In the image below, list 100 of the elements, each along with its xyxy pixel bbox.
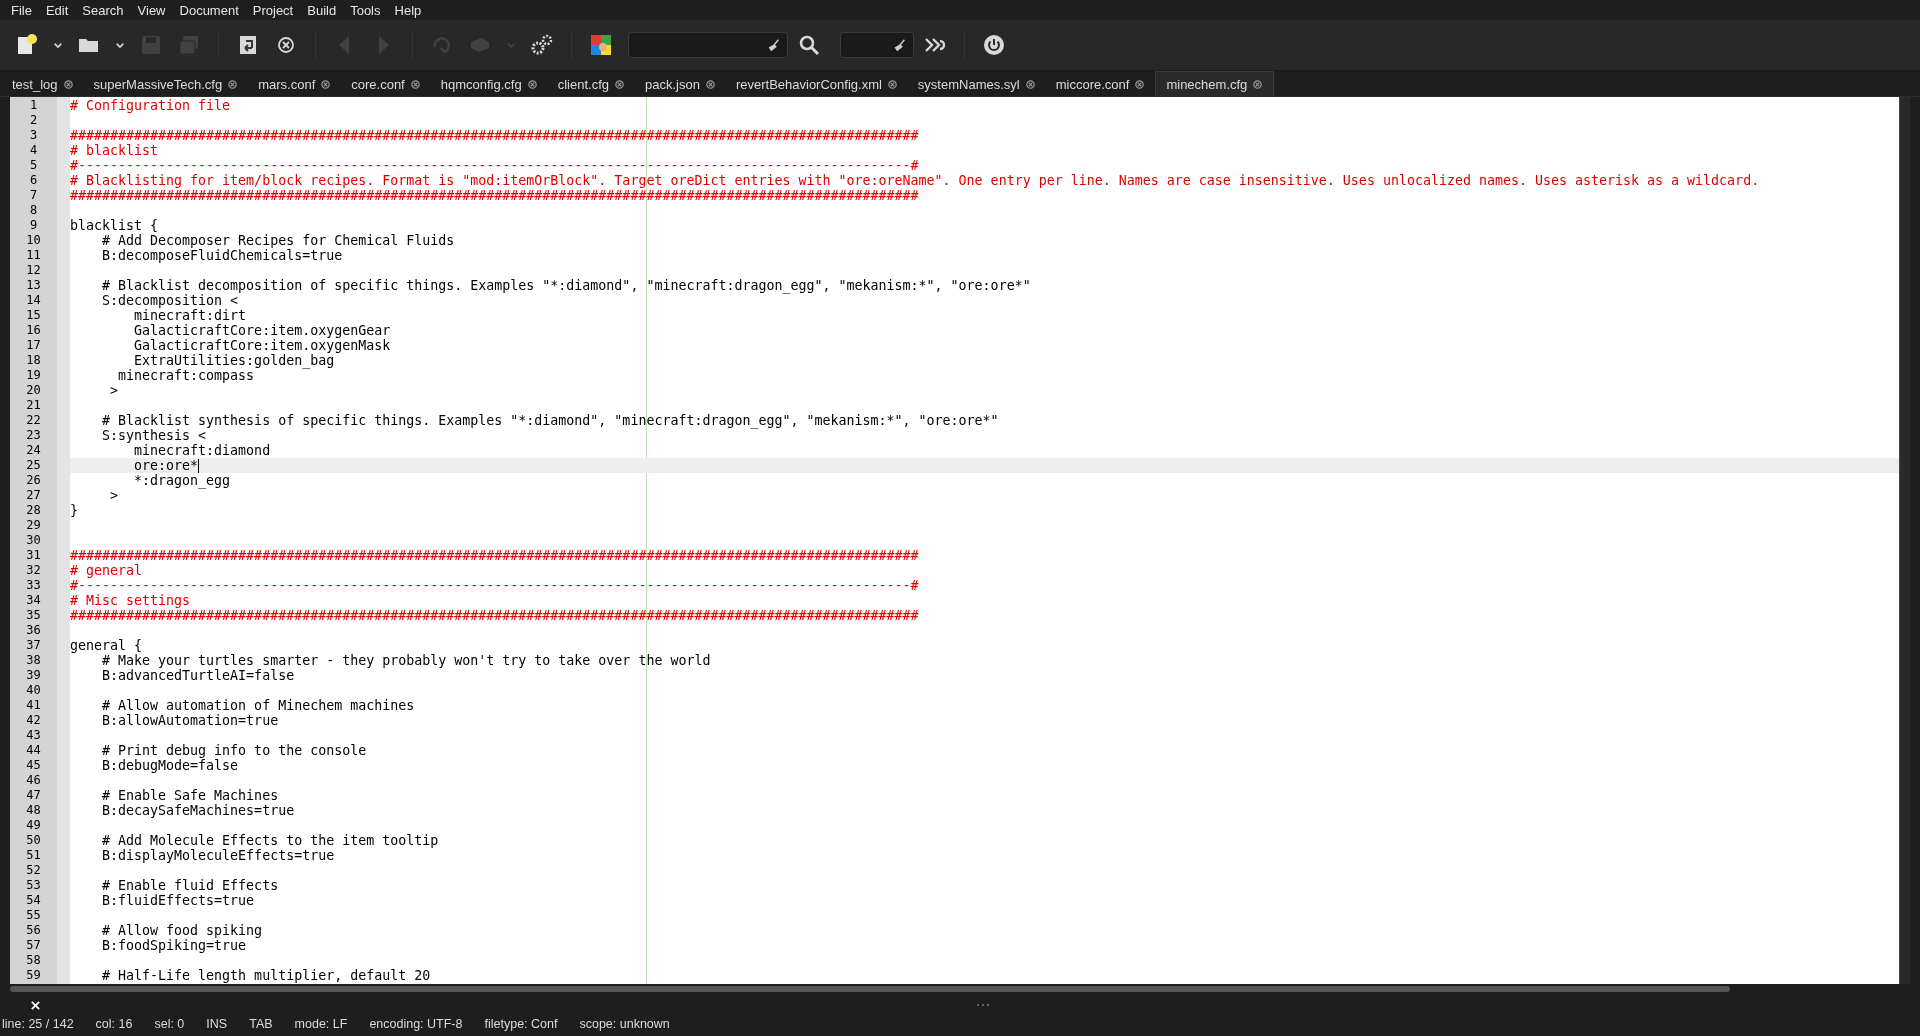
code-editor[interactable] <box>10 97 1910 984</box>
power-icon[interactable] <box>982 33 1006 57</box>
new-file-icon[interactable] <box>15 33 39 57</box>
line-number: 3 <box>28 128 39 143</box>
file-tab[interactable]: revertBehaviorConfig.xml <box>725 72 908 96</box>
line-number: 1 <box>28 98 39 113</box>
color-grid-icon[interactable] <box>589 33 613 57</box>
menu-item[interactable]: Build <box>300 2 344 18</box>
close-icon[interactable] <box>704 78 716 90</box>
line-number: 24 <box>25 443 42 458</box>
line-number: 8 <box>28 203 39 218</box>
line-number: 18 <box>25 353 42 368</box>
close-icon[interactable] <box>320 78 332 90</box>
close-icon[interactable] <box>1134 78 1146 90</box>
close-icon[interactable] <box>1024 78 1036 90</box>
code-line: # Allow automation of Minechem machines <box>101 698 415 713</box>
line-number: 28 <box>25 503 42 518</box>
code-line: B:decaySafeMachines=true <box>101 803 295 818</box>
code-line: B:allowAutomation=true <box>101 713 279 728</box>
line-number: 5 <box>28 158 39 173</box>
clear-icon[interactable] <box>893 38 907 52</box>
gear-icon[interactable] <box>530 33 554 57</box>
code-line: # Allow food spiking <box>101 923 263 938</box>
line-number: 23 <box>25 428 42 443</box>
line-number: 35 <box>25 608 42 623</box>
menu-item[interactable]: View <box>130 2 173 18</box>
menu-item[interactable]: File <box>4 2 39 18</box>
code-line: minecraft:diamond <box>133 443 271 458</box>
status-item: filetype: Conf <box>484 1016 558 1031</box>
scrollbar[interactable] <box>1899 97 1910 984</box>
close-icon[interactable] <box>614 78 625 90</box>
line-number: 21 <box>25 398 42 413</box>
code-line: #--------------------------------------------------------------------------------------------------------# <box>70 158 919 173</box>
line-number: 38 <box>25 653 42 668</box>
line-number: 25 <box>25 458 42 473</box>
code-line: # general <box>70 563 143 578</box>
line-number: 29 <box>25 518 42 533</box>
file-tab[interactable]: minechem.cfg <box>1155 71 1275 96</box>
menu-item[interactable]: Project <box>245 2 301 18</box>
menu-item[interactable]: Tools <box>343 2 388 18</box>
line-number: 48 <box>25 803 42 818</box>
scrollbar[interactable] <box>10 986 1730 992</box>
code-line: # Blacklist synthesis of specific things. Examples "*:diamond", "minecraft:dragon_egg", "mekanism:*", "ore:ore*" <box>101 413 999 428</box>
line-number: 20 <box>25 383 42 398</box>
line-number-field[interactable] <box>840 32 914 58</box>
file-tab[interactable]: miccore.conf <box>1045 72 1156 96</box>
close-icon[interactable] <box>886 78 898 90</box>
status-item: mode: LF <box>294 1016 348 1031</box>
code-line: ########################################################################################################## <box>70 188 919 203</box>
code-line: # Add Decomposer Recipes for Chemical Fluids <box>101 233 455 248</box>
code-line: # Add Molecule Effects to the item tooltip <box>101 833 439 848</box>
close-icon[interactable] <box>526 78 538 90</box>
code-line: B:displayMoleculeEffects=true <box>101 848 335 863</box>
file-tab[interactable]: pack.json <box>635 72 726 96</box>
file-tab[interactable]: test_log <box>2 72 84 96</box>
menu-item[interactable]: Help <box>387 2 429 18</box>
line-number: 26 <box>25 473 42 488</box>
line-number: 58 <box>25 953 42 968</box>
pane-handle-icon[interactable] <box>976 1003 990 1007</box>
file-tab[interactable]: systemNames.syl <box>907 72 1046 96</box>
code-line: GalacticraftCore:item.oxygenMask <box>133 338 391 353</box>
code-line: B:decomposeFluidChemicals=true <box>101 248 343 263</box>
status-item: col: 16 <box>95 1016 133 1031</box>
status-item: scope: unknown <box>579 1016 670 1031</box>
line-number: 37 <box>25 638 42 653</box>
search-field[interactable] <box>628 32 788 58</box>
close-icon[interactable] <box>409 78 421 90</box>
code-line: ########################################################################################################## <box>70 548 919 563</box>
line-number: 41 <box>25 698 42 713</box>
menu-item[interactable]: Document <box>172 2 246 18</box>
file-tab[interactable]: mars.conf <box>248 72 342 96</box>
menu-item[interactable]: Edit <box>38 2 76 18</box>
close-icon[interactable] <box>62 78 74 90</box>
line-number: 10 <box>25 233 42 248</box>
line-number: 2 <box>28 113 39 128</box>
line-number: 33 <box>25 578 42 593</box>
code-line: # Blacklisting for item/block recipes. Format is "mod:itemOrBlock". Target oreDict entries with "ore:oreName". One entry per line. Names are case insensitive. Uses unlocalized names. Uses asterisk as a wildcard. <box>70 173 1760 188</box>
file-tab[interactable]: client.cfg <box>547 72 635 96</box>
file-tab[interactable]: core.conf <box>341 72 431 96</box>
line-number: 12 <box>25 263 42 278</box>
code-line: # Half-Life length multiplier, default 20 <box>101 968 431 983</box>
status-item: TAB <box>249 1016 273 1031</box>
status-item: encoding: UTF-8 <box>369 1016 463 1031</box>
clear-icon[interactable] <box>767 38 781 52</box>
file-tab[interactable]: superMassiveTech.cfg <box>83 72 249 96</box>
line-number: 34 <box>25 593 42 608</box>
line-number: 45 <box>25 758 42 773</box>
line-number: 43 <box>25 728 42 743</box>
close-icon[interactable] <box>227 78 239 90</box>
file-tab[interactable]: hqmconfig.cfg <box>430 72 548 96</box>
line-number: 36 <box>25 623 42 638</box>
menu-item[interactable]: Search <box>75 2 131 18</box>
line-number: 7 <box>28 188 39 203</box>
line-number: 53 <box>25 878 42 893</box>
code-line: *:dragon_egg <box>133 473 231 488</box>
code-line: B:debugMode=false <box>101 758 239 773</box>
line-number: 47 <box>25 788 42 803</box>
line-number: 46 <box>25 773 42 788</box>
search-icon[interactable] <box>797 33 821 57</box>
code-line: #--------------------------------------------------------------------------------------------------------# <box>70 578 919 593</box>
